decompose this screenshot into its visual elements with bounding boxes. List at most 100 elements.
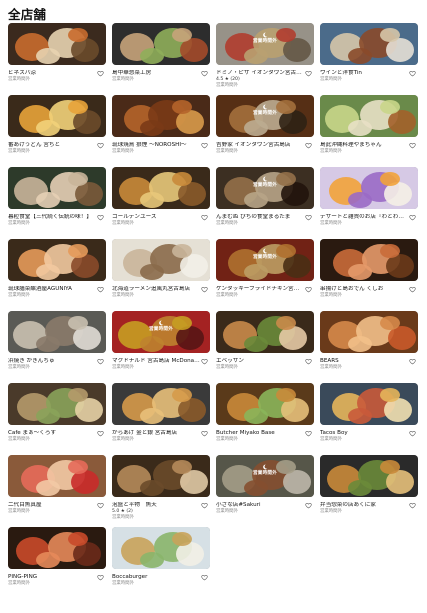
store-photo[interactable]: 営業時間外 bbox=[216, 239, 314, 281]
heart-outline-icon[interactable] bbox=[409, 286, 416, 293]
store-name[interactable]: 暮粒食堂【三代続く伝統の味！】 bbox=[8, 214, 96, 221]
heart-outline-icon[interactable] bbox=[409, 70, 416, 77]
store-card[interactable]: からあげ 金と銀 宮古島店 営業時間外 bbox=[112, 383, 210, 455]
heart-outline-icon[interactable] bbox=[97, 430, 104, 437]
store-card[interactable]: デザートと雑貨のお店『わとわと』 営業時間外 bbox=[320, 167, 418, 239]
store-photo[interactable] bbox=[320, 455, 418, 497]
heart-outline-icon[interactable] bbox=[201, 358, 208, 365]
store-name[interactable]: 島此沖縄料理やまちゃん bbox=[320, 142, 408, 149]
store-name[interactable]: Cafe まぁ〜くろす bbox=[8, 430, 96, 437]
heart-outline-icon[interactable] bbox=[97, 358, 104, 365]
store-name[interactable]: エベッサン bbox=[216, 358, 304, 365]
store-photo[interactable] bbox=[320, 383, 418, 425]
store-name[interactable]: 浜焼き かきんちゅ bbox=[8, 358, 96, 365]
store-name[interactable]: デザートと雑貨のお店『わとわと』 bbox=[320, 214, 408, 221]
heart-outline-icon[interactable] bbox=[201, 502, 208, 509]
store-name[interactable]: ワインと洋食Tin bbox=[320, 70, 408, 77]
heart-outline-icon[interactable] bbox=[305, 502, 312, 509]
store-name[interactable]: Boccaburger bbox=[112, 574, 200, 581]
store-card[interactable]: 番あげうどん 宮ちと 営業時間外 bbox=[8, 95, 106, 167]
store-name[interactable]: 泡盛と平物 魚天 bbox=[112, 502, 200, 509]
store-photo[interactable] bbox=[320, 311, 418, 353]
store-card[interactable]: Butcher Miyako Base 営業時間外 bbox=[216, 383, 314, 455]
store-name[interactable]: Tacos Boy bbox=[320, 430, 408, 437]
store-photo[interactable] bbox=[8, 95, 106, 137]
store-photo[interactable] bbox=[112, 95, 210, 137]
heart-outline-icon[interactable] bbox=[201, 214, 208, 221]
store-photo[interactable]: 営業時間外 bbox=[216, 95, 314, 137]
store-photo[interactable] bbox=[8, 239, 106, 281]
heart-outline-icon[interactable] bbox=[305, 358, 312, 365]
store-card[interactable]: エベッサン 営業時間外 bbox=[216, 311, 314, 383]
store-photo[interactable] bbox=[112, 455, 210, 497]
store-card[interactable]: 営業時間外ケンタッキーフライドチキン宮古島店 KFC営業時間外 bbox=[216, 239, 314, 311]
store-name[interactable]: ドミノ・ピザ イオンタウン宮古島店 Do… bbox=[216, 70, 304, 77]
store-photo[interactable] bbox=[112, 239, 210, 281]
heart-outline-icon[interactable] bbox=[409, 430, 416, 437]
store-photo[interactable]: 営業時間外 bbox=[216, 23, 314, 65]
store-card[interactable]: 営業時間外 小さな店#Sakuri 営業時間外 bbox=[216, 455, 314, 527]
heart-outline-icon[interactable] bbox=[305, 142, 312, 149]
store-card[interactable]: Boccaburger 営業時間外 bbox=[112, 527, 210, 599]
store-card[interactable]: PING-PING 営業時間外 bbox=[8, 527, 106, 599]
store-card[interactable]: Tacos Boy 営業時間外 bbox=[320, 383, 418, 455]
store-card[interactable]: 島此沖縄料理やまちゃん 営業時間外 bbox=[320, 95, 418, 167]
store-name[interactable]: 小さな店#Sakuri bbox=[216, 502, 304, 509]
heart-outline-icon[interactable] bbox=[97, 286, 104, 293]
heart-outline-icon[interactable] bbox=[201, 142, 208, 149]
store-card[interactable]: BEARS 営業時間外 bbox=[320, 311, 418, 383]
store-photo[interactable]: 営業時間外 bbox=[112, 311, 210, 353]
heart-outline-icon[interactable] bbox=[201, 70, 208, 77]
store-card[interactable]: 営業時間外 マクドナルド 宮古島店 McDonald's… 営業時間外 bbox=[112, 311, 210, 383]
store-name[interactable]: 琉球膳菜醸酒屋AGUNIYA bbox=[8, 286, 96, 293]
heart-outline-icon[interactable] bbox=[97, 214, 104, 221]
store-card[interactable]: Cafe まぁ〜くろす 営業時間外 bbox=[8, 383, 106, 455]
store-name[interactable]: ゴールデンユース bbox=[112, 214, 200, 221]
heart-outline-icon[interactable] bbox=[201, 574, 208, 581]
store-photo[interactable] bbox=[8, 167, 106, 209]
heart-outline-icon[interactable] bbox=[305, 430, 312, 437]
heart-outline-icon[interactable] bbox=[97, 70, 104, 77]
store-photo[interactable]: 営業時間外 bbox=[216, 455, 314, 497]
store-name[interactable]: 弁当惣菜の店あくに家 bbox=[320, 502, 408, 509]
store-name[interactable]: マクドナルド 宮古島店 McDonald's… bbox=[112, 358, 200, 365]
heart-outline-icon[interactable] bbox=[305, 214, 312, 221]
store-card[interactable]: ビネスバ涼 営業時間外 bbox=[8, 23, 106, 95]
store-card[interactable]: ワインと洋食Tin 営業時間外 bbox=[320, 23, 418, 95]
store-card[interactable]: 二代目魚真屋 営業時間外 bbox=[8, 455, 106, 527]
store-card[interactable]: 営業時間外 んまむぬ ぴちの食堂まるたま 営業時間外 bbox=[216, 167, 314, 239]
store-photo[interactable] bbox=[216, 311, 314, 353]
store-name[interactable]: 吉野家 イオンタウン宮古島店 bbox=[216, 142, 304, 149]
store-card[interactable]: 浜焼き かきんちゅ 営業時間外 bbox=[8, 311, 106, 383]
store-card[interactable]: ゴールデンユース 営業時間外 bbox=[112, 167, 210, 239]
store-card[interactable]: 泡盛と平物 魚天 5.0 ★ (2) 営業時間外 bbox=[112, 455, 210, 527]
store-photo[interactable] bbox=[112, 383, 210, 425]
store-name[interactable]: 島中華惣菜工房 bbox=[112, 70, 200, 77]
heart-outline-icon[interactable] bbox=[305, 286, 312, 293]
store-name[interactable]: ビネスバ涼 bbox=[8, 70, 96, 77]
heart-outline-icon[interactable] bbox=[305, 70, 312, 77]
store-name[interactable]: 北海道ラーメン追風丸宮古島店 bbox=[112, 286, 200, 293]
store-photo[interactable] bbox=[112, 527, 210, 569]
store-name[interactable]: 串揚げと島おでん くしお bbox=[320, 286, 408, 293]
store-card[interactable]: 暮粒食堂【三代続く伝統の味！】 営業時間外 bbox=[8, 167, 106, 239]
store-photo[interactable] bbox=[320, 95, 418, 137]
heart-outline-icon[interactable] bbox=[97, 142, 104, 149]
store-photo[interactable]: 営業時間外 bbox=[216, 167, 314, 209]
store-name[interactable]: ケンタッキーフライドチキン宮古島店 KFC bbox=[216, 286, 304, 293]
store-photo[interactable] bbox=[112, 167, 210, 209]
store-name[interactable]: Butcher Miyako Base bbox=[216, 430, 304, 437]
store-card[interactable]: 島中華惣菜工房 営業時間外 bbox=[112, 23, 210, 95]
heart-outline-icon[interactable] bbox=[201, 286, 208, 293]
heart-outline-icon[interactable] bbox=[409, 358, 416, 365]
store-card[interactable]: 弁当惣菜の店あくに家 営業時間外 bbox=[320, 455, 418, 527]
store-photo[interactable] bbox=[320, 167, 418, 209]
store-card[interactable]: 営業時間外ドミノ・ピザ イオンタウン宮古島店 Do…4.5 ★ (20)営業時間… bbox=[216, 23, 314, 95]
heart-outline-icon[interactable] bbox=[97, 502, 104, 509]
store-name[interactable]: 番あげうどん 宮ちと bbox=[8, 142, 96, 149]
store-name[interactable]: PING-PING bbox=[8, 574, 96, 581]
store-name[interactable]: 二代目魚真屋 bbox=[8, 502, 96, 509]
store-card[interactable]: 北海道ラーメン追風丸宮古島店 営業時間外 bbox=[112, 239, 210, 311]
heart-outline-icon[interactable] bbox=[97, 574, 104, 581]
store-photo[interactable] bbox=[320, 239, 418, 281]
